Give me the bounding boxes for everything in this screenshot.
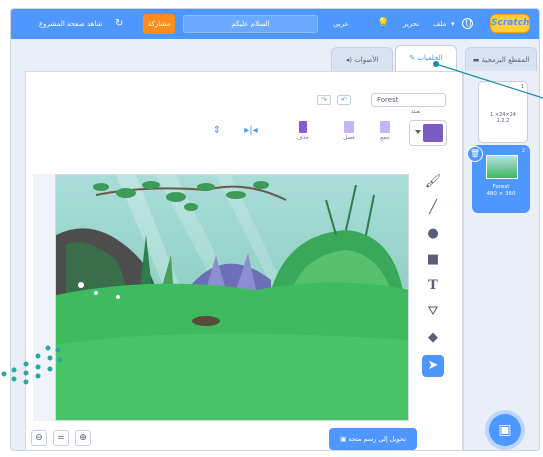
eraser-icon: ◆ — [428, 330, 438, 345]
backdrop-name: Forest — [492, 184, 510, 190]
fill-color-picker[interactable] — [409, 120, 447, 146]
scratch-logo[interactable]: Scratch — [490, 14, 530, 33]
select-tool[interactable]: ➤ — [422, 355, 444, 377]
zoom-in-button[interactable]: ⊕ — [75, 430, 91, 446]
group-button[interactable]: جمع — [373, 121, 397, 141]
eraser-tool[interactable]: ◆ — [422, 327, 444, 349]
share-button[interactable]: مشاركة — [143, 14, 175, 34]
ungroup-button[interactable]: فصل — [337, 121, 361, 141]
chevron-down-icon[interactable]: ▾ — [451, 9, 455, 39]
redo-button[interactable]: ↷ — [317, 95, 331, 105]
rectangle-icon: ■ — [426, 252, 440, 267]
circle-icon: ● — [427, 226, 439, 241]
choose-backdrop-button[interactable]: ▣ — [489, 414, 521, 446]
chevron-down-icon — [415, 130, 421, 134]
image-icon: ▣ — [498, 422, 512, 438]
backdrop-size: 480 × 360 — [486, 191, 516, 197]
forest-image — [56, 175, 408, 420]
group-label: جمع — [380, 135, 390, 141]
delete-label: حذف — [297, 135, 309, 141]
fill-tool[interactable]: ⛛ — [422, 301, 444, 323]
brush-icon: ✎ — [409, 54, 416, 62]
edit-menu[interactable]: تحرير — [403, 9, 419, 39]
tab-sounds[interactable]: ◂) الأصوات — [331, 47, 393, 71]
brush-tool[interactable]: 🖌 — [422, 171, 444, 193]
trash-icon[interactable]: 🗑 — [467, 146, 483, 162]
tab-sounds-label: الأصوات — [354, 56, 379, 64]
image-icon: ▣ — [340, 435, 347, 443]
see-project-icon[interactable]: ↻ — [115, 9, 123, 39]
forest-thumbnail-image — [486, 155, 518, 179]
see-project-page-link[interactable]: شاهد صفحة المشروع — [39, 9, 102, 39]
zoom-reset-button[interactable]: = — [53, 430, 69, 446]
text-tool[interactable]: T — [422, 275, 444, 297]
rectangle-tool[interactable]: ■ — [422, 249, 444, 271]
zoom-out-icon: ⊖ — [35, 433, 43, 443]
tutorials-menu[interactable]: عربي — [333, 9, 349, 39]
flip-vertical-button[interactable]: ⇕ — [205, 125, 229, 136]
fill-label: تعبئة — [411, 109, 421, 115]
undo-button[interactable]: ↶ — [337, 95, 351, 105]
circle-tool[interactable]: ● — [422, 223, 444, 245]
text-icon: T — [428, 278, 438, 293]
fill-color-swatch — [423, 124, 443, 142]
line-icon: ╱ — [429, 200, 437, 215]
line-tool[interactable]: ╱ — [422, 197, 444, 219]
annotation-pointer — [433, 61, 543, 99]
file-menu[interactable]: ملف — [433, 9, 446, 39]
convert-to-vector-button[interactable]: ▣ تحويل إلى رسم متجه — [329, 428, 417, 450]
ungroup-label: فصل — [343, 135, 355, 141]
globe-icon[interactable] — [462, 18, 473, 29]
trash-icon — [299, 121, 307, 133]
project-title-input[interactable]: السلام عليكم — [183, 15, 318, 33]
menu-bar: Scratch ▾ ملف تحرير 💡 عربي السلام عليكم … — [11, 9, 539, 39]
lightbulb-icon: 💡 — [377, 18, 390, 29]
zoom-in-icon: ⊕ — [79, 433, 87, 443]
flip-horizontal-button[interactable]: ▸|◂ — [239, 125, 263, 136]
equals-icon: = — [57, 433, 65, 443]
flip-horizontal-icon: ▸|◂ — [244, 125, 258, 136]
ungroup-icon — [344, 121, 354, 133]
convert-label: تحويل إلى رسم متجه — [348, 435, 406, 443]
backdrop-size: 1 ×24×24 1.2.2 — [490, 112, 516, 124]
flip-vertical-icon: ⇕ — [212, 125, 222, 136]
brush-icon: 🖌 — [424, 174, 442, 189]
decorative-dots — [1, 345, 63, 385]
cursor-icon: ➤ — [427, 358, 439, 373]
paint-canvas[interactable] — [55, 174, 409, 421]
paint-bucket-icon: ⛛ — [427, 304, 439, 319]
group-icon — [380, 121, 390, 133]
backdrop-number: 2 — [521, 148, 525, 154]
zoom-out-button[interactable]: ⊖ — [31, 430, 47, 446]
delete-button[interactable]: حذف — [291, 121, 315, 141]
speaker-icon: ◂) — [345, 56, 352, 64]
